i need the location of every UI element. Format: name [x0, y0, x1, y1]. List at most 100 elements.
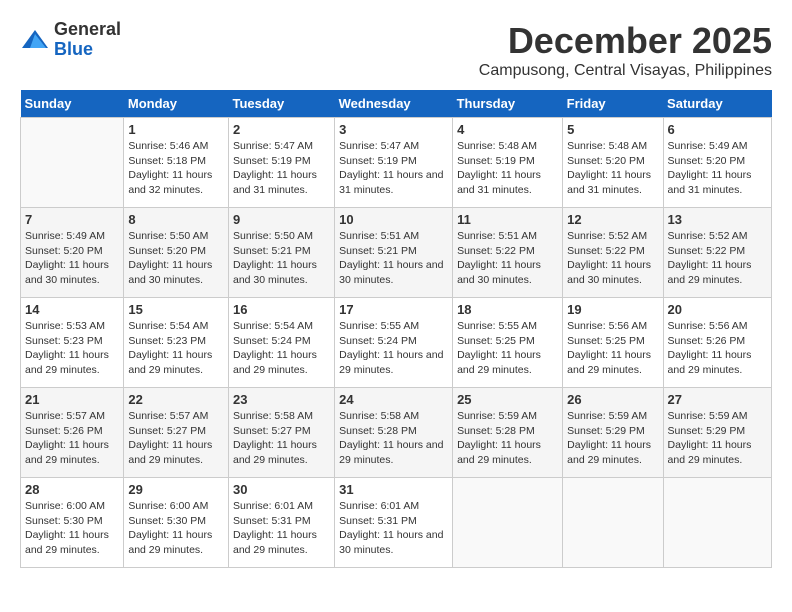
weekday-header-friday: Friday	[563, 90, 663, 118]
calendar-cell: 25 Sunrise: 5:59 AMSunset: 5:28 PMDayligh…	[453, 388, 563, 478]
header: General Blue December 2025 Campusong, Ce…	[20, 20, 772, 80]
calendar-cell: 20Sunrise: 5:56 AMSunset: 5:26 PMDayligh…	[663, 298, 771, 388]
day-info: Sunrise: 5:52 AMSunset: 5:22 PMDaylight:…	[567, 229, 658, 288]
day-info: Sunrise: 6:01 AMSunset: 5:31 PMDaylight:…	[233, 499, 330, 558]
day-number: 2	[233, 122, 330, 137]
day-number: 13	[668, 212, 767, 227]
day-info: Sunrise: 5:51 AMSunset: 5:22 PMDaylight:…	[457, 229, 558, 288]
calendar-cell	[453, 478, 563, 568]
calendar-cell	[663, 478, 771, 568]
day-info: Sunrise: 5:55 AMSunset: 5:25 PMDaylight:…	[457, 319, 558, 378]
calendar-cell	[21, 118, 124, 208]
day-number: 14	[25, 302, 119, 317]
calendar-cell	[563, 478, 663, 568]
day-info: Sunrise: 5:58 AMSunset: 5:28 PMDaylight:…	[339, 409, 448, 468]
day-info: Sunrise: 5:59 AMSunset: 5:28 PMDaylight:…	[457, 409, 558, 468]
calendar-cell: 8 Sunrise: 5:50 AMSunset: 5:20 PMDaylight…	[124, 208, 229, 298]
day-info: Sunrise: 5:47 AMSunset: 5:19 PMDaylight:…	[339, 139, 448, 198]
calendar-cell: 13 Sunrise: 5:52 AMSunset: 5:22 PMDayligh…	[663, 208, 771, 298]
week-row-3: 14 Sunrise: 5:53 AMSunset: 5:23 PMDayligh…	[21, 298, 772, 388]
day-info: Sunrise: 5:59 AMSunset: 5:29 PMDaylight:…	[668, 409, 767, 468]
day-info: Sunrise: 5:50 AMSunset: 5:20 PMDaylight:…	[128, 229, 224, 288]
calendar-cell: 29Sunrise: 6:00 AMSunset: 5:30 PMDayligh…	[124, 478, 229, 568]
day-number: 28	[25, 482, 119, 497]
day-number: 12	[567, 212, 658, 227]
day-number: 29	[128, 482, 224, 497]
day-number: 10	[339, 212, 448, 227]
calendar-cell: 3 Sunrise: 5:47 AMSunset: 5:19 PMDaylight…	[335, 118, 453, 208]
day-number: 5	[567, 122, 658, 137]
day-info: Sunrise: 6:00 AMSunset: 5:30 PMDaylight:…	[25, 499, 119, 558]
day-number: 1	[128, 122, 224, 137]
calendar-cell: 12 Sunrise: 5:52 AMSunset: 5:22 PMDayligh…	[563, 208, 663, 298]
calendar-cell: 6Sunrise: 5:49 AMSunset: 5:20 PMDaylight…	[663, 118, 771, 208]
weekday-header-row: SundayMondayTuesdayWednesdayThursdayFrid…	[21, 90, 772, 118]
day-info: Sunrise: 5:58 AMSunset: 5:27 PMDaylight:…	[233, 409, 330, 468]
calendar-cell: 30 Sunrise: 6:01 AMSunset: 5:31 PMDayligh…	[228, 478, 334, 568]
calendar-cell: 10 Sunrise: 5:51 AMSunset: 5:21 PMDayligh…	[335, 208, 453, 298]
weekday-header-wednesday: Wednesday	[335, 90, 453, 118]
day-number: 25	[457, 392, 558, 407]
day-number: 26	[567, 392, 658, 407]
calendar-cell: 2 Sunrise: 5:47 AMSunset: 5:19 PMDaylight…	[228, 118, 334, 208]
day-number: 19	[567, 302, 658, 317]
day-number: 9	[233, 212, 330, 227]
day-info: Sunrise: 5:51 AMSunset: 5:21 PMDaylight:…	[339, 229, 448, 288]
calendar-cell: 19 Sunrise: 5:56 AMSunset: 5:25 PMDayligh…	[563, 298, 663, 388]
calendar-cell: 15Sunrise: 5:54 AMSunset: 5:23 PMDayligh…	[124, 298, 229, 388]
calendar-cell: 24 Sunrise: 5:58 AMSunset: 5:28 PMDayligh…	[335, 388, 453, 478]
calendar-cell: 22 Sunrise: 5:57 AMSunset: 5:27 PMDayligh…	[124, 388, 229, 478]
day-info: Sunrise: 5:53 AMSunset: 5:23 PMDaylight:…	[25, 319, 119, 378]
calendar-cell: 21 Sunrise: 5:57 AMSunset: 5:26 PMDayligh…	[21, 388, 124, 478]
weekday-header-thursday: Thursday	[453, 90, 563, 118]
day-info: Sunrise: 5:57 AMSunset: 5:26 PMDaylight:…	[25, 409, 119, 468]
day-number: 3	[339, 122, 448, 137]
calendar-cell: 31Sunrise: 6:01 AMSunset: 5:31 PMDayligh…	[335, 478, 453, 568]
day-number: 11	[457, 212, 558, 227]
day-number: 22	[128, 392, 224, 407]
logo-blue: Blue	[54, 40, 121, 60]
day-info: Sunrise: 5:50 AMSunset: 5:21 PMDaylight:…	[233, 229, 330, 288]
calendar-cell: 28 Sunrise: 6:00 AMSunset: 5:30 PMDayligh…	[21, 478, 124, 568]
day-info: Sunrise: 5:55 AMSunset: 5:24 PMDaylight:…	[339, 319, 448, 378]
day-info: Sunrise: 5:54 AMSunset: 5:23 PMDaylight:…	[128, 319, 224, 378]
day-number: 17	[339, 302, 448, 317]
day-number: 18	[457, 302, 558, 317]
day-info: Sunrise: 5:56 AMSunset: 5:25 PMDaylight:…	[567, 319, 658, 378]
day-info: Sunrise: 5:57 AMSunset: 5:27 PMDaylight:…	[128, 409, 224, 468]
calendar-title: December 2025	[479, 20, 772, 62]
weekday-header-sunday: Sunday	[21, 90, 124, 118]
calendar-cell: 11 Sunrise: 5:51 AMSunset: 5:22 PMDayligh…	[453, 208, 563, 298]
week-row-2: 7Sunrise: 5:49 AMSunset: 5:20 PMDaylight…	[21, 208, 772, 298]
calendar-cell: 16Sunrise: 5:54 AMSunset: 5:24 PMDayligh…	[228, 298, 334, 388]
day-info: Sunrise: 5:59 AMSunset: 5:29 PMDaylight:…	[567, 409, 658, 468]
day-number: 24	[339, 392, 448, 407]
calendar-cell: 23 Sunrise: 5:58 AMSunset: 5:27 PMDayligh…	[228, 388, 334, 478]
day-info: Sunrise: 5:52 AMSunset: 5:22 PMDaylight:…	[668, 229, 767, 288]
logo-general: General	[54, 20, 121, 40]
week-row-4: 21 Sunrise: 5:57 AMSunset: 5:26 PMDayligh…	[21, 388, 772, 478]
day-number: 8	[128, 212, 224, 227]
calendar-cell: 18 Sunrise: 5:55 AMSunset: 5:25 PMDayligh…	[453, 298, 563, 388]
day-info: Sunrise: 5:47 AMSunset: 5:19 PMDaylight:…	[233, 139, 330, 198]
day-number: 16	[233, 302, 330, 317]
calendar-cell: 27Sunrise: 5:59 AMSunset: 5:29 PMDayligh…	[663, 388, 771, 478]
day-info: Sunrise: 5:48 AMSunset: 5:19 PMDaylight:…	[457, 139, 558, 198]
day-info: Sunrise: 6:01 AMSunset: 5:31 PMDaylight:…	[339, 499, 448, 558]
week-row-1: 1 Sunrise: 5:46 AMSunset: 5:18 PMDaylight…	[21, 118, 772, 208]
calendar-cell: 9 Sunrise: 5:50 AMSunset: 5:21 PMDaylight…	[228, 208, 334, 298]
day-number: 23	[233, 392, 330, 407]
week-row-5: 28 Sunrise: 6:00 AMSunset: 5:30 PMDayligh…	[21, 478, 772, 568]
logo-icon	[20, 28, 50, 52]
day-info: Sunrise: 5:48 AMSunset: 5:20 PMDaylight:…	[567, 139, 658, 198]
calendar-table: SundayMondayTuesdayWednesdayThursdayFrid…	[20, 90, 772, 568]
logo: General Blue	[20, 20, 121, 60]
calendar-cell: 14 Sunrise: 5:53 AMSunset: 5:23 PMDayligh…	[21, 298, 124, 388]
calendar-subtitle: Campusong, Central Visayas, Philippines	[479, 62, 772, 80]
day-number: 30	[233, 482, 330, 497]
day-info: Sunrise: 5:46 AMSunset: 5:18 PMDaylight:…	[128, 139, 224, 198]
calendar-cell: 7Sunrise: 5:49 AMSunset: 5:20 PMDaylight…	[21, 208, 124, 298]
day-number: 20	[668, 302, 767, 317]
weekday-header-monday: Monday	[124, 90, 229, 118]
day-number: 21	[25, 392, 119, 407]
